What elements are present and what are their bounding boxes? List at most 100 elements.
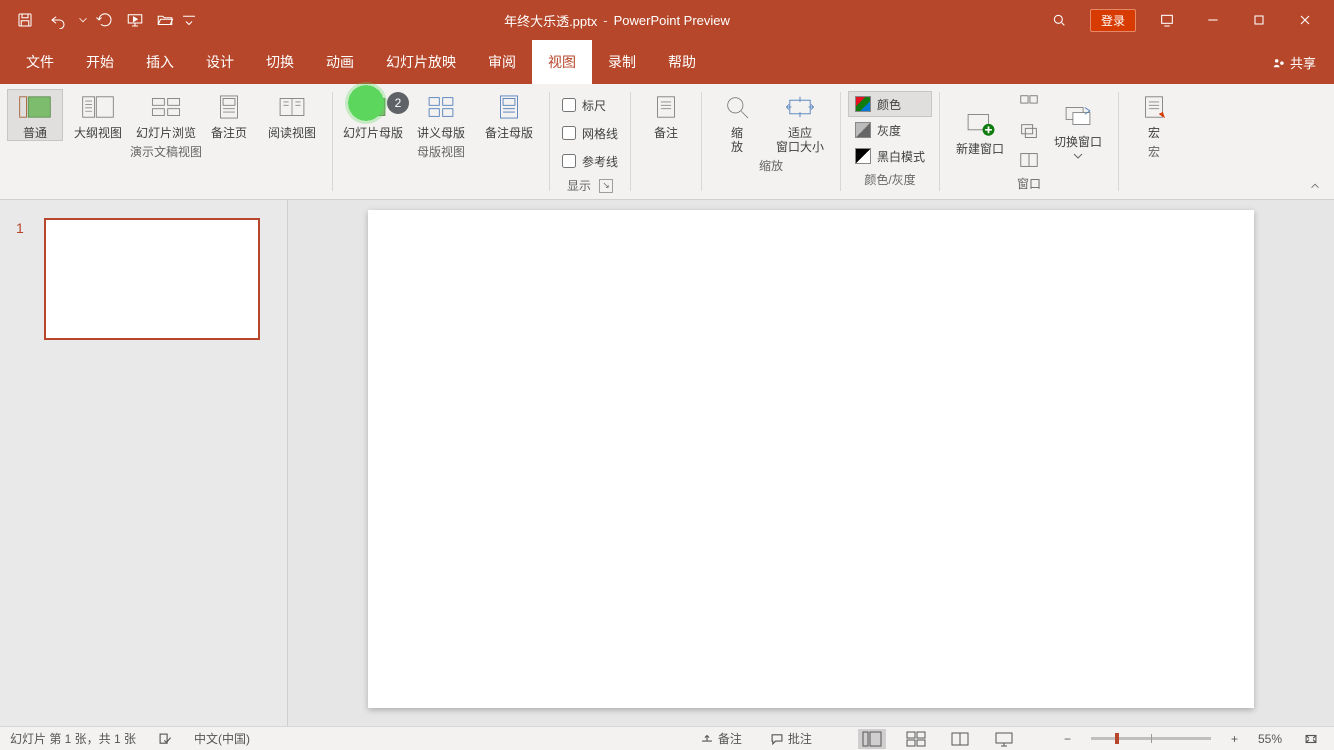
ribbon: 普通 大纲视图 幻灯片浏览 备注页 阅读视图 演示文稿视图 bbox=[0, 84, 1334, 200]
title-bar: 年终大乐透.pptx - PowerPoint Preview 登录 bbox=[0, 0, 1334, 40]
color-swatch-icon bbox=[855, 96, 871, 112]
title-right-controls: 登录 bbox=[1036, 0, 1334, 40]
view-slideshow-button[interactable] bbox=[990, 729, 1018, 749]
notes-toggle[interactable]: 备注 bbox=[694, 727, 748, 750]
grayscale-swatch-icon bbox=[855, 122, 871, 138]
group-window: 新建窗口 切换窗口 窗口 bbox=[940, 84, 1118, 199]
quick-access-toolbar bbox=[0, 0, 198, 40]
zoom-in-button[interactable]: + bbox=[1227, 727, 1242, 750]
arrange-windows-stack bbox=[1016, 90, 1042, 172]
save-button[interactable] bbox=[10, 0, 40, 40]
status-bar: 幻灯片 第 1 张，共 1 张 中文(中国) 备注 批注 − + 55% bbox=[0, 726, 1334, 750]
view-normal-button[interactable] bbox=[858, 729, 886, 749]
ribbon-display-options-button[interactable] bbox=[1144, 0, 1190, 40]
grayscale-mode-button[interactable]: 灰度 bbox=[849, 118, 931, 142]
window-title: 年终大乐透.pptx - PowerPoint Preview bbox=[198, 11, 1036, 30]
group-presentation-views: 普通 大纲视图 幻灯片浏览 备注页 阅读视图 演示文稿视图 bbox=[0, 84, 332, 199]
handout-master-button[interactable]: 讲义母版 bbox=[409, 90, 473, 140]
login-button[interactable]: 登录 bbox=[1082, 0, 1144, 40]
group-master-views: 幻灯片母版 讲义母版 备注母版 母版视图 2 bbox=[333, 84, 549, 199]
slide-counter[interactable]: 幻灯片 第 1 张，共 1 张 bbox=[10, 730, 136, 747]
macros-button[interactable]: 宏 bbox=[1127, 90, 1181, 140]
tab-record[interactable]: 录制 bbox=[592, 40, 652, 84]
tab-file[interactable]: 文件 bbox=[10, 40, 70, 84]
tab-transitions[interactable]: 切换 bbox=[250, 40, 310, 84]
title-separator: - bbox=[603, 13, 607, 28]
bw-swatch-icon bbox=[855, 148, 871, 164]
tab-help[interactable]: 帮助 bbox=[652, 40, 712, 84]
outline-view-button[interactable]: 大纲视图 bbox=[66, 90, 130, 140]
group-show: 标尺 网格线 参考线 显示 ↘ bbox=[550, 84, 630, 199]
slide-canvas[interactable] bbox=[368, 210, 1254, 708]
group-label-zoom: 缩放 bbox=[759, 154, 783, 178]
open-button[interactable] bbox=[150, 0, 180, 40]
maximize-button[interactable] bbox=[1236, 0, 1282, 40]
normal-view-button[interactable]: 普通 bbox=[8, 90, 62, 140]
tab-animations[interactable]: 动画 bbox=[310, 40, 370, 84]
fit-to-window-button[interactable]: 适应 窗口大小 bbox=[768, 90, 832, 154]
show-dialog-launcher[interactable]: ↘ bbox=[599, 179, 613, 193]
view-reading-button[interactable] bbox=[946, 729, 974, 749]
group-color-grayscale: 颜色 灰度 黑白模式 颜色/灰度 bbox=[841, 84, 939, 199]
slide-thumbnail-pane[interactable]: 1 bbox=[0, 200, 288, 726]
slide-thumbnail-image bbox=[44, 218, 260, 340]
app-name: PowerPoint Preview bbox=[614, 13, 730, 28]
qat-customize-dropdown[interactable] bbox=[180, 0, 198, 40]
minimize-button[interactable] bbox=[1190, 0, 1236, 40]
color-mode-button[interactable]: 颜色 bbox=[849, 92, 931, 116]
tab-insert[interactable]: 插入 bbox=[130, 40, 190, 84]
close-button[interactable] bbox=[1282, 0, 1328, 40]
zoom-button[interactable]: 缩 放 bbox=[710, 90, 764, 154]
ruler-checkbox[interactable]: 标尺 bbox=[558, 92, 622, 118]
notes-button[interactable]: 备注 bbox=[639, 90, 693, 140]
group-label-show: 显示 ↘ bbox=[567, 174, 613, 198]
share-button[interactable]: 共享 bbox=[1264, 40, 1324, 84]
group-macros: 宏 宏 bbox=[1119, 84, 1189, 199]
slideshow-from-start-button[interactable] bbox=[120, 0, 150, 40]
comments-toggle[interactable]: 批注 bbox=[764, 727, 818, 750]
group-notes: 备注 bbox=[631, 84, 701, 199]
switch-windows-button[interactable]: 切换窗口 bbox=[1046, 99, 1110, 163]
tab-slideshow[interactable]: 幻灯片放映 bbox=[370, 40, 472, 84]
tab-home[interactable]: 开始 bbox=[70, 40, 130, 84]
collapse-ribbon-button[interactable] bbox=[1308, 179, 1326, 193]
spellcheck-button[interactable] bbox=[152, 727, 178, 750]
document-name: 年终大乐透.pptx bbox=[504, 11, 597, 30]
slide-editor-area[interactable] bbox=[288, 200, 1334, 726]
view-sorter-button[interactable] bbox=[902, 729, 930, 749]
group-label-window: 窗口 bbox=[1017, 172, 1041, 196]
slide-sorter-button[interactable]: 幻灯片浏览 bbox=[134, 90, 198, 140]
group-label-presentation-views: 演示文稿视图 bbox=[130, 140, 202, 164]
search-button[interactable] bbox=[1036, 0, 1082, 40]
zoom-percentage[interactable]: 55% bbox=[1258, 732, 1282, 746]
notes-master-button[interactable]: 备注母版 bbox=[477, 90, 541, 140]
notes-page-button[interactable]: 备注页 bbox=[202, 90, 256, 140]
cascade-button[interactable] bbox=[1016, 120, 1042, 144]
group-label-master-views: 母版视图 bbox=[417, 140, 465, 164]
workspace: 1 bbox=[0, 200, 1334, 726]
new-window-button[interactable]: 新建窗口 bbox=[948, 106, 1012, 156]
slide-thumbnail-1[interactable]: 1 bbox=[44, 218, 260, 340]
tab-design[interactable]: 设计 bbox=[190, 40, 250, 84]
arrange-all-button[interactable] bbox=[1016, 92, 1042, 116]
tab-review[interactable]: 审阅 bbox=[472, 40, 532, 84]
reading-view-button[interactable]: 阅读视图 bbox=[260, 90, 324, 140]
tab-view[interactable]: 视图 bbox=[532, 40, 592, 84]
fit-slide-button[interactable] bbox=[1298, 727, 1324, 750]
slide-number-label: 1 bbox=[16, 220, 24, 236]
slide-master-button[interactable]: 幻灯片母版 bbox=[341, 90, 405, 140]
group-label-color-grayscale: 颜色/灰度 bbox=[864, 168, 915, 192]
undo-button[interactable] bbox=[40, 0, 76, 40]
zoom-slider[interactable] bbox=[1091, 737, 1211, 740]
redo-button[interactable] bbox=[90, 0, 120, 40]
move-split-button[interactable] bbox=[1016, 148, 1042, 172]
group-zoom: 缩 放 适应 窗口大小 缩放 bbox=[702, 84, 840, 199]
gridlines-checkbox[interactable]: 网格线 bbox=[558, 120, 622, 146]
ribbon-tabs: 文件 开始 插入 设计 切换 动画 幻灯片放映 审阅 视图 录制 帮助 共享 bbox=[0, 40, 1334, 84]
group-label-macros: 宏 bbox=[1148, 140, 1160, 164]
undo-dropdown[interactable] bbox=[76, 0, 90, 40]
blackwhite-mode-button[interactable]: 黑白模式 bbox=[849, 144, 931, 168]
guides-checkbox[interactable]: 参考线 bbox=[558, 148, 622, 174]
language-indicator[interactable]: 中文(中国) bbox=[194, 730, 250, 747]
zoom-out-button[interactable]: − bbox=[1060, 727, 1075, 750]
